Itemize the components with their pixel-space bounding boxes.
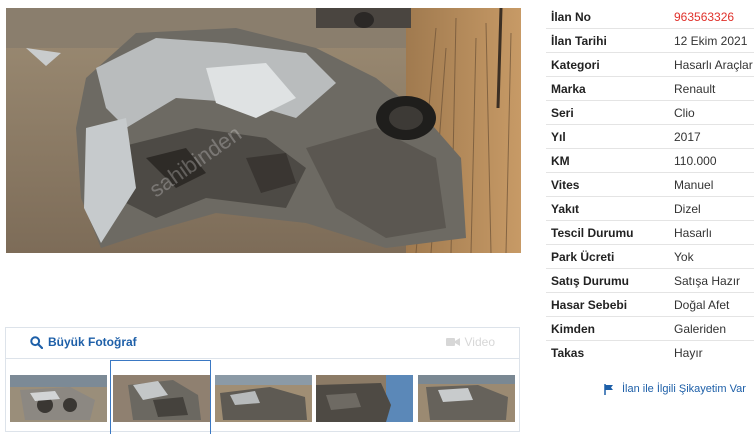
- info-row-trade: Takas Hayır: [546, 341, 754, 364]
- info-key: Yıl: [551, 129, 566, 144]
- info-key: Yakıt: [551, 201, 580, 216]
- video-label: Video: [464, 335, 495, 349]
- info-row-km: KM 110.000: [546, 149, 754, 173]
- info-row-damage-cause: Hasar Sebebi Doğal Afet: [546, 293, 754, 317]
- thumbnail-image-5: [418, 375, 515, 422]
- report-listing-link[interactable]: İlan ile İlgili Şikayetim Var: [604, 383, 746, 395]
- info-key: İlan Tarihi: [551, 33, 607, 48]
- thumbnail-image-1: [10, 375, 107, 422]
- info-key: Vites: [551, 177, 580, 192]
- thumbnail-image-4: [316, 375, 413, 422]
- report-listing-label: İlan ile İlgili Şikayetim Var: [622, 383, 746, 395]
- thumbnail-1[interactable]: [10, 375, 107, 422]
- info-key: Tescil Durumu: [551, 225, 634, 240]
- thumbnail-image-2: [113, 375, 210, 422]
- big-photo-label: Büyük Fotoğraf: [48, 335, 137, 349]
- info-row-parking-fee: Park Ücreti Yok: [546, 245, 754, 269]
- info-key: Takas: [551, 345, 585, 360]
- info-value: 12 Ekim 2021: [674, 33, 748, 48]
- flag-icon: [604, 383, 613, 395]
- info-row-sale-status: Satış Durumu Satışa Hazır: [546, 269, 754, 293]
- info-key: KM: [551, 153, 570, 168]
- video-camera-icon: [445, 338, 460, 346]
- info-value: 110.000: [674, 153, 717, 168]
- video-button[interactable]: Video: [445, 335, 495, 349]
- info-value: Hayır: [674, 345, 703, 360]
- info-row-year: Yıl 2017: [546, 125, 754, 149]
- listing-info-table: İlan No 963563326 İlan Tarihi 12 Ekim 20…: [546, 5, 754, 364]
- thumbnail-2[interactable]: [113, 375, 210, 422]
- info-key: Hasar Sebebi: [551, 297, 628, 312]
- thumbnail-image-3: [215, 375, 312, 422]
- info-value: Clio: [674, 105, 695, 120]
- info-key: Kategori: [551, 57, 600, 72]
- info-row-seller: Kimden Galeriden: [546, 317, 754, 341]
- info-row-series: Seri Clio: [546, 101, 754, 125]
- photo-action-bar: Büyük Fotoğraf Video: [5, 327, 520, 358]
- info-value: 2017: [674, 129, 701, 144]
- info-key: Marka: [551, 81, 586, 96]
- main-photo[interactable]: sahibinden: [6, 8, 521, 253]
- info-value: Hasarlı Araçlar: [674, 57, 753, 72]
- thumbnail-strip: [5, 358, 520, 434]
- info-value: Yok: [674, 249, 694, 264]
- info-value: Hasarlı: [674, 225, 713, 240]
- info-key: Kimden: [551, 321, 596, 336]
- search-icon: [30, 335, 43, 349]
- info-row-listing-no: İlan No 963563326: [546, 5, 754, 29]
- info-value: Dizel: [674, 201, 701, 216]
- info-row-listing-date: İlan Tarihi 12 Ekim 2021: [546, 29, 754, 53]
- thumbnail-3[interactable]: [215, 375, 312, 422]
- info-value: 963563326: [674, 9, 735, 24]
- info-row-registration: Tescil Durumu Hasarlı: [546, 221, 754, 245]
- info-key: Seri: [551, 105, 574, 120]
- info-key: Satış Durumu: [551, 273, 630, 288]
- info-value: Renault: [674, 81, 716, 96]
- wrecked-car-image: sahibinden: [6, 8, 521, 253]
- info-row-brand: Marka Renault: [546, 77, 754, 101]
- info-value: Galeriden: [674, 321, 727, 336]
- info-value: Satışa Hazır: [674, 273, 741, 288]
- thumbnail-4[interactable]: [316, 375, 413, 422]
- info-row-fuel: Yakıt Dizel: [546, 197, 754, 221]
- big-photo-button[interactable]: Büyük Fotoğraf: [30, 335, 137, 349]
- info-row-gear: Vites Manuel: [546, 173, 754, 197]
- thumbnail-5[interactable]: [418, 375, 515, 422]
- info-key: İlan No: [551, 9, 592, 24]
- info-row-category: Kategori Hasarlı Araçlar: [546, 53, 754, 77]
- info-value: Manuel: [674, 177, 714, 192]
- info-value: Doğal Afet: [674, 297, 730, 312]
- info-key: Park Ücreti: [551, 249, 615, 264]
